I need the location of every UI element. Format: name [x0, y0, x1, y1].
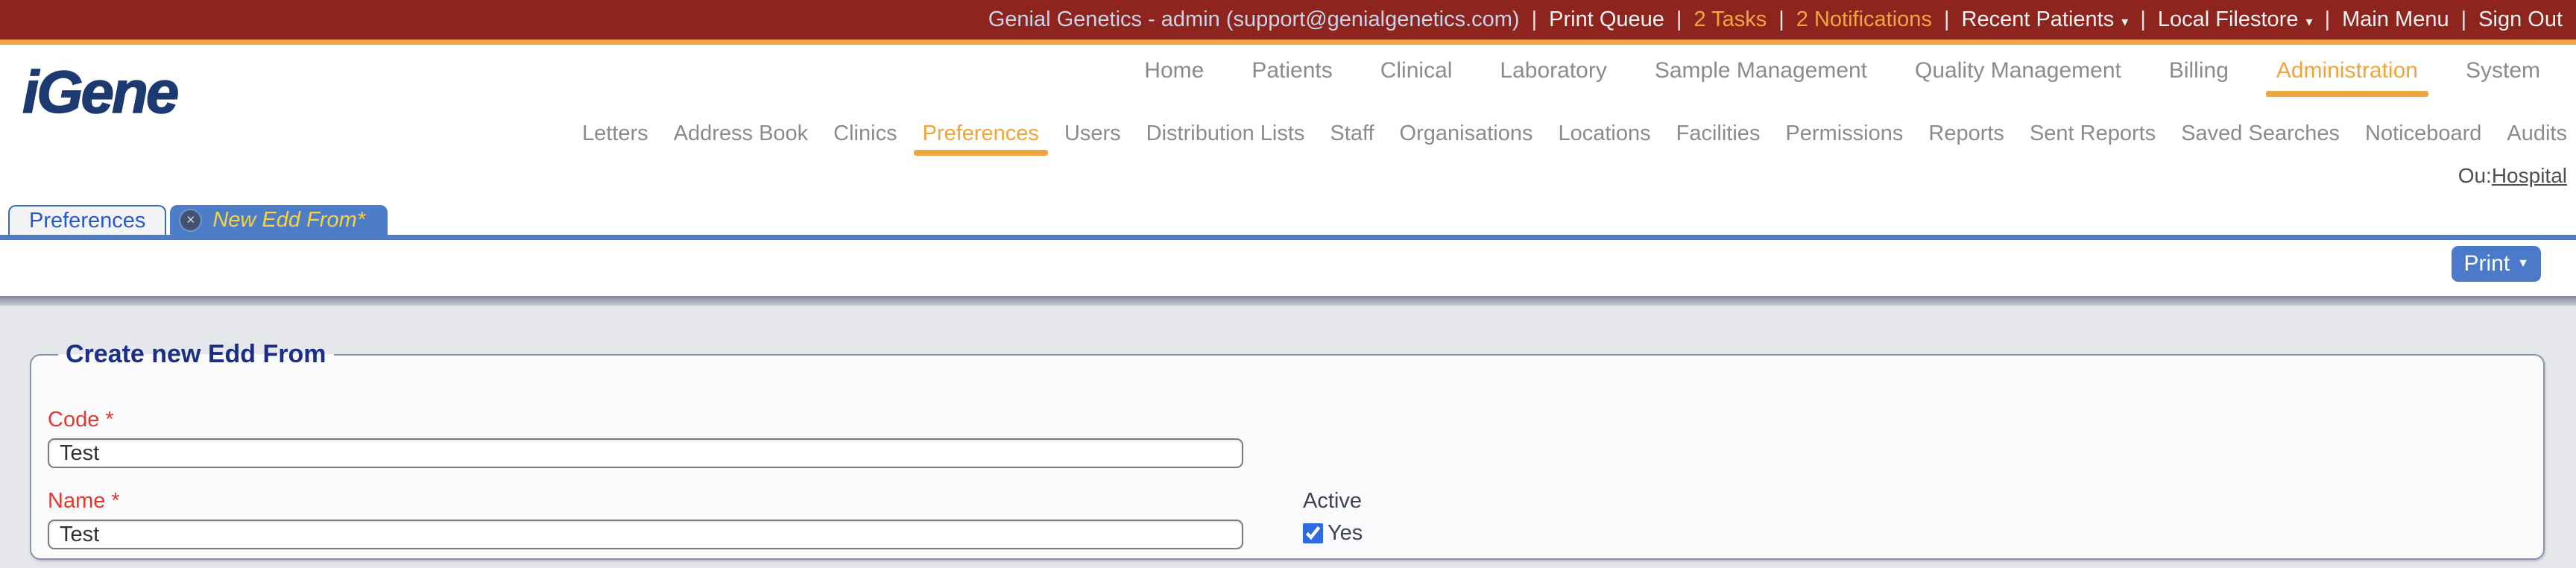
- subnav-facilities[interactable]: Facilities: [1676, 122, 1761, 146]
- sign-out-link[interactable]: Sign Out: [2478, 7, 2563, 32]
- tasks-link[interactable]: 2 Tasks: [1693, 7, 1767, 32]
- tab-new-edd-from[interactable]: ✕ New Edd From*: [170, 205, 388, 235]
- print-button[interactable]: Print ▼: [2452, 246, 2541, 282]
- nav-home[interactable]: Home: [1144, 58, 1204, 83]
- nav-laboratory[interactable]: Laboratory: [1500, 58, 1606, 83]
- separator: |: [1944, 7, 1950, 32]
- subnav-organisations[interactable]: Organisations: [1400, 122, 1533, 146]
- logged-in-user: Genial Genetics - admin (support@genialg…: [988, 7, 1520, 32]
- subnav-letters[interactable]: Letters: [582, 122, 648, 146]
- chevron-down-icon: ▾: [2121, 14, 2128, 29]
- active-yes-option[interactable]: Yes: [1303, 521, 1363, 546]
- nav-system[interactable]: System: [2466, 58, 2540, 83]
- panel-title: Create new Edd From: [58, 340, 334, 369]
- main-navigation: Home Patients Clinical Laboratory Sample…: [1144, 58, 2540, 83]
- subnav-preferences[interactable]: Preferences: [923, 122, 1039, 146]
- separator: |: [1778, 7, 1784, 32]
- app-header: iGene Home Patients Clinical Laboratory …: [0, 45, 2576, 205]
- code-label: Code *: [48, 408, 2543, 432]
- subnav-saved-searches[interactable]: Saved Searches: [2181, 122, 2340, 146]
- section-divider: [0, 296, 2576, 306]
- separator: |: [2325, 7, 2331, 32]
- org-unit-hospital-link[interactable]: Hospital: [2492, 164, 2567, 187]
- nav-administration[interactable]: Administration: [2276, 58, 2418, 83]
- tab-preferences[interactable]: Preferences: [8, 205, 166, 235]
- main-menu-link[interactable]: Main Menu: [2342, 7, 2449, 32]
- code-input[interactable]: [48, 438, 1243, 468]
- chevron-down-icon: ▾: [2306, 14, 2313, 29]
- subnav-reports[interactable]: Reports: [1928, 122, 2004, 146]
- subnav-staff[interactable]: Staff: [1330, 122, 1374, 146]
- orange-accent-stripe: [0, 40, 2576, 45]
- separator: |: [1676, 7, 1682, 32]
- active-yes-checkbox[interactable]: [1303, 523, 1323, 543]
- active-label: Active: [1303, 489, 1363, 514]
- separator: |: [2140, 7, 2146, 32]
- create-edd-from-panel: Create new Edd From Code * Name * Active…: [30, 340, 2545, 560]
- name-label: Name *: [48, 489, 1243, 514]
- subnav-users[interactable]: Users: [1064, 122, 1121, 146]
- active-field-group: Active Yes: [1303, 489, 1363, 549]
- required-marker: *: [105, 408, 113, 432]
- active-tab-underline: [0, 235, 2576, 240]
- content-area: Create new Edd From Code * Name * Active…: [0, 306, 2576, 568]
- document-tab-bar: Preferences ✕ New Edd From*: [0, 205, 2576, 240]
- open-tabs: Preferences ✕ New Edd From*: [8, 205, 388, 235]
- nav-patients[interactable]: Patients: [1251, 58, 1332, 83]
- nav-sample-management[interactable]: Sample Management: [1655, 58, 1867, 83]
- subnav-distribution-lists[interactable]: Distribution Lists: [1146, 122, 1305, 146]
- chevron-down-icon: ▼: [2517, 257, 2529, 271]
- nav-clinical[interactable]: Clinical: [1380, 58, 1453, 83]
- subnav-noticeboard[interactable]: Noticeboard: [2365, 122, 2481, 146]
- admin-sub-navigation: Letters Address Book Clinics Preferences…: [582, 122, 2567, 146]
- org-unit-indicator: Ou:Hospital: [2458, 164, 2567, 188]
- required-marker: *: [111, 489, 119, 513]
- nav-billing[interactable]: Billing: [2169, 58, 2229, 83]
- nav-quality-management[interactable]: Quality Management: [1915, 58, 2121, 83]
- name-input[interactable]: [48, 520, 1243, 549]
- top-status-bar: Genial Genetics - admin (support@genialg…: [0, 0, 2576, 40]
- subnav-permissions[interactable]: Permissions: [1785, 122, 1903, 146]
- separator: |: [2461, 7, 2467, 32]
- separator: |: [1532, 7, 1538, 32]
- recent-patients-dropdown[interactable]: Recent Patients ▾: [1962, 7, 2129, 32]
- subnav-sent-reports[interactable]: Sent Reports: [2030, 122, 2156, 146]
- subnav-locations[interactable]: Locations: [1558, 122, 1650, 146]
- subnav-audits[interactable]: Audits: [2507, 122, 2567, 146]
- notifications-link[interactable]: 2 Notifications: [1796, 7, 1932, 32]
- org-unit-prefix: Ou:: [2458, 164, 2492, 187]
- name-active-row: Name * Active Yes: [48, 489, 2543, 549]
- subnav-clinics[interactable]: Clinics: [833, 122, 897, 146]
- print-queue-link[interactable]: Print Queue: [1549, 7, 1664, 32]
- subnav-address-book[interactable]: Address Book: [674, 122, 809, 146]
- page-toolbar: Print ▼: [0, 240, 2576, 296]
- igene-logo: iGene: [22, 58, 177, 127]
- close-icon[interactable]: ✕: [180, 210, 201, 230]
- local-filestore-dropdown[interactable]: Local Filestore ▾: [2158, 7, 2313, 32]
- active-yes-label: Yes: [1328, 521, 1363, 546]
- name-field-group: Name *: [48, 489, 1243, 549]
